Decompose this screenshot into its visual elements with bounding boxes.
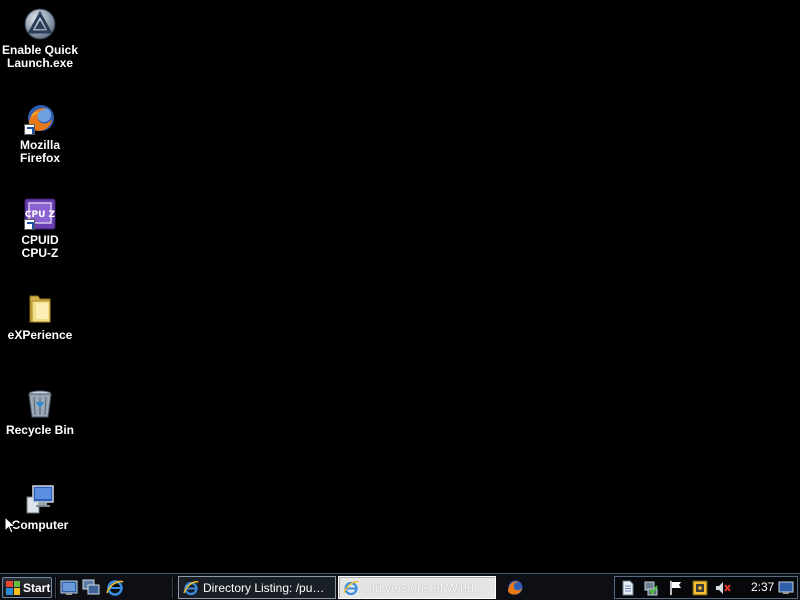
taskbar-button-old-versions-of-windows[interactable]: Old versions of Wind... (338, 576, 496, 599)
network-check-icon[interactable] (643, 580, 659, 596)
folder-icon (24, 293, 56, 325)
show-desktop-icon[interactable] (60, 579, 78, 596)
desktop-icon-enable-quick-launch[interactable]: Enable Quick Launch.exe (0, 8, 80, 70)
system-tray: 2:37 (614, 576, 798, 599)
start-button-label: Start (23, 580, 51, 595)
show-desktop-icon[interactable] (778, 580, 794, 596)
shortcut-arrow-icon (24, 219, 35, 230)
taskbar-divider (172, 577, 174, 598)
desktop-icon-mozilla-firefox[interactable]: Mozilla Firefox (0, 103, 80, 165)
cpuz-icon: CPU Z (24, 198, 56, 230)
desktop-icon-label: Enable Quick Launch.exe (1, 43, 79, 70)
internet-explorer-icon[interactable] (106, 579, 124, 596)
flag-icon[interactable] (668, 580, 684, 596)
desktop-icon-label: Mozilla Firefox (19, 138, 60, 165)
desktop-icon-label: eXPerience (7, 328, 73, 342)
shortcut-arrow-icon (24, 124, 35, 135)
taskbar-button-directory-listing[interactable]: Directory Listing: /pub/fire... (178, 576, 336, 599)
task-label: Old versions of Wind... (363, 580, 484, 595)
desktop-icon-experience-folder[interactable]: eXPerience (0, 293, 80, 342)
clock[interactable]: 2:37 (751, 580, 774, 594)
desktop-icon-cpuid-cpu-z[interactable]: CPU Z CPUID CPU-Z (0, 198, 80, 260)
taskbar-divider (55, 577, 57, 598)
start-button[interactable]: Start (2, 577, 52, 598)
task-label: Directory Listing: /pub/fire... (203, 580, 331, 595)
security-icon[interactable] (692, 580, 708, 596)
volume-muted-icon[interactable] (715, 580, 731, 596)
recycle-bin-icon (24, 388, 56, 420)
firefox-icon[interactable] (506, 579, 524, 596)
mouse-cursor-icon (4, 516, 16, 534)
internet-explorer-icon (343, 580, 359, 596)
window-switcher-icon[interactable] (82, 579, 100, 596)
internet-explorer-icon (183, 580, 199, 596)
document-icon[interactable] (620, 580, 636, 596)
firefox-icon (24, 103, 56, 135)
desktop-icon-label: Recycle Bin (5, 423, 75, 437)
windows-logo-icon (6, 580, 20, 595)
desktop-icon-recycle-bin[interactable]: Recycle Bin (0, 388, 80, 437)
taskbar: Start Directory Listing: /pub/fire... Ol… (0, 573, 800, 600)
app-triangle-icon (24, 8, 56, 40)
desktop-icon-label: CPUID CPU-Z (21, 233, 59, 260)
desktop[interactable]: Enable Quick Launch.exe Mozilla Firefox … (0, 0, 800, 573)
computer-icon (24, 483, 56, 515)
